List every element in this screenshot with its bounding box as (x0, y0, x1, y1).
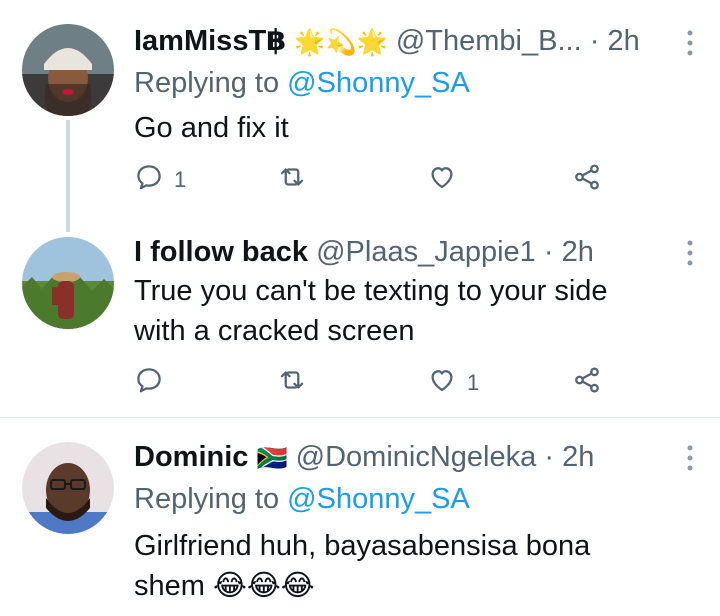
replying-prefix: Replying to (134, 483, 280, 515)
display-name[interactable]: Dominic (134, 441, 248, 473)
reply-icon (134, 162, 164, 198)
tweet-text: Go and fix it (134, 112, 289, 144)
action-bar: 1 (134, 163, 604, 197)
share-button[interactable] (572, 163, 602, 197)
tweet-text: True you can't be texting to your side w… (134, 271, 704, 351)
action-bar: 1 (134, 366, 604, 400)
display-name[interactable]: IamMissT฿ (134, 25, 286, 57)
tweet-2[interactable]: I follow back @Plaas_Jappie1 · 2h True y… (0, 225, 720, 417)
display-name[interactable]: I follow back (134, 236, 308, 268)
replying-to-line: Replying to @Shonny_SA (134, 482, 470, 516)
retweet-button[interactable] (277, 366, 317, 400)
retweet-button[interactable] (277, 163, 317, 197)
user-handle[interactable]: @Thembi_B... (396, 25, 582, 57)
more-icon[interactable] (686, 240, 694, 266)
separator-dot: · (543, 236, 554, 268)
tweet-text-line: with a cracked screen (134, 315, 415, 347)
tweet-text-line: Girlfriend huh, bayasabensisa bona (134, 530, 591, 562)
replying-prefix: Replying to (134, 67, 280, 99)
avatar[interactable] (22, 24, 114, 116)
retweet-icon (277, 162, 307, 198)
tweet-text-line: True you can't be texting to your side (134, 275, 608, 307)
more-icon[interactable] (686, 30, 694, 56)
tweet-text: Girlfriend huh, bayasabensisa bona shem … (134, 526, 704, 606)
retweet-icon (277, 365, 307, 401)
heart-icon (427, 365, 457, 401)
more-icon[interactable] (686, 445, 694, 471)
separator-dot: · (589, 25, 600, 57)
tweet-1[interactable]: IamMissT฿ 🌟💫🌟 @Thembi_B... · 2h Replying… (0, 0, 720, 232)
user-handle[interactable]: @Plaas_Jappie1 (316, 236, 536, 268)
user-handle[interactable]: @DominicNgeleka (296, 441, 537, 473)
like-count: 1 (467, 370, 480, 395)
avatar[interactable] (22, 442, 114, 534)
reply-count: 1 (174, 167, 187, 192)
tweet-header: IamMissT฿ 🌟💫🌟 @Thembi_B... · 2h (134, 24, 640, 59)
reply-icon (134, 365, 164, 401)
share-icon (572, 365, 602, 401)
tweet-text-line: shem 😂😂😂 (134, 570, 315, 602)
mention-link[interactable]: @Shonny_SA (287, 67, 470, 99)
like-button[interactable]: 1 (427, 366, 479, 400)
tweet-header: I follow back @Plaas_Jappie1 · 2h (134, 235, 594, 269)
reply-button[interactable] (134, 366, 174, 400)
name-emojis: 🌟💫🌟 (294, 28, 388, 57)
heart-icon (427, 162, 457, 198)
like-button[interactable] (427, 163, 467, 197)
timestamp[interactable]: 2h (562, 236, 594, 268)
timestamp[interactable]: 2h (607, 25, 639, 57)
thread-line (66, 120, 70, 232)
share-icon (572, 162, 602, 198)
timestamp[interactable]: 2h (562, 441, 594, 473)
avatar[interactable] (22, 237, 114, 329)
share-button[interactable] (572, 366, 602, 400)
tweet-header: Dominic 🇿🇦 @DominicNgeleka · 2h (134, 440, 594, 475)
tweet-3[interactable]: Dominic 🇿🇦 @DominicNgeleka · 2h Replying… (0, 418, 720, 616)
separator-dot: · (544, 441, 554, 473)
reply-button[interactable]: 1 (134, 163, 186, 197)
mention-link[interactable]: @Shonny_SA (287, 483, 470, 515)
replying-to-line: Replying to @Shonny_SA (134, 66, 470, 100)
flag-emoji: 🇿🇦 (256, 444, 288, 473)
